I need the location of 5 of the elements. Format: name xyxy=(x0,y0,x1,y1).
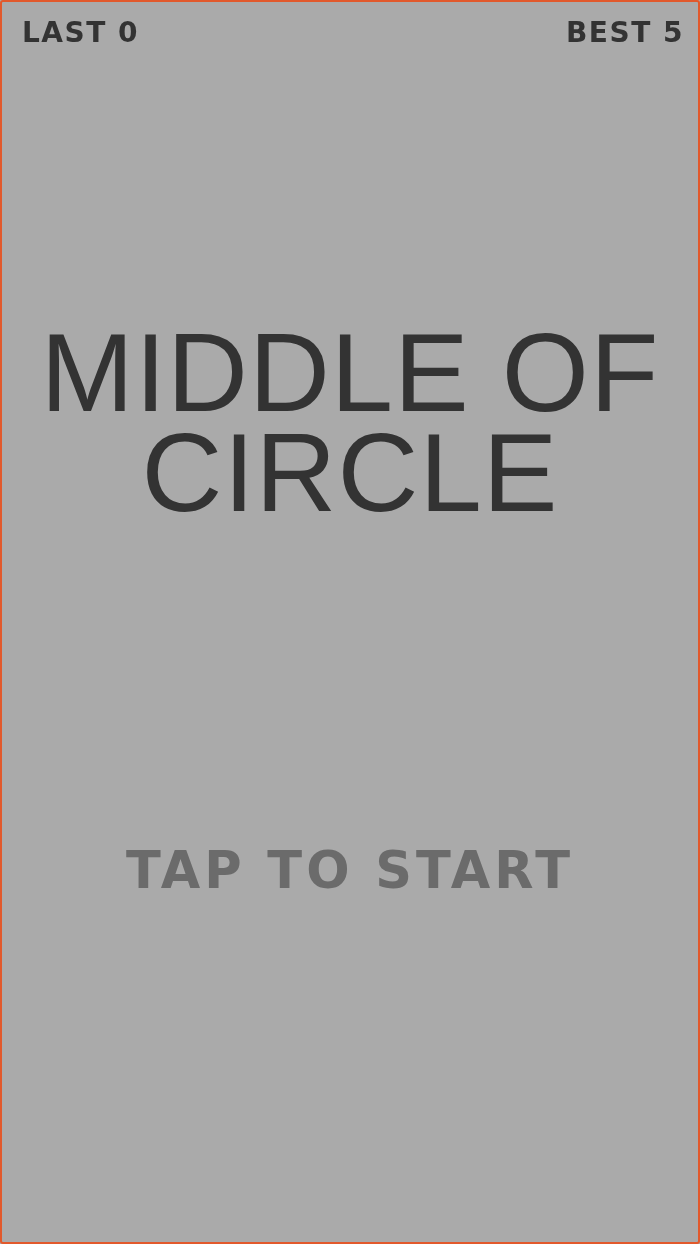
best-score: BEST 5 xyxy=(566,16,684,50)
tap-to-start-prompt: TAP TO START xyxy=(125,845,575,896)
last-score: LAST 0 xyxy=(22,16,139,50)
game-screen[interactable]: LAST 0 BEST 5 MIDDLE OF CIRCLE TAP TO START xyxy=(0,0,700,1244)
game-title: MIDDLE OF CIRCLE xyxy=(39,323,661,523)
